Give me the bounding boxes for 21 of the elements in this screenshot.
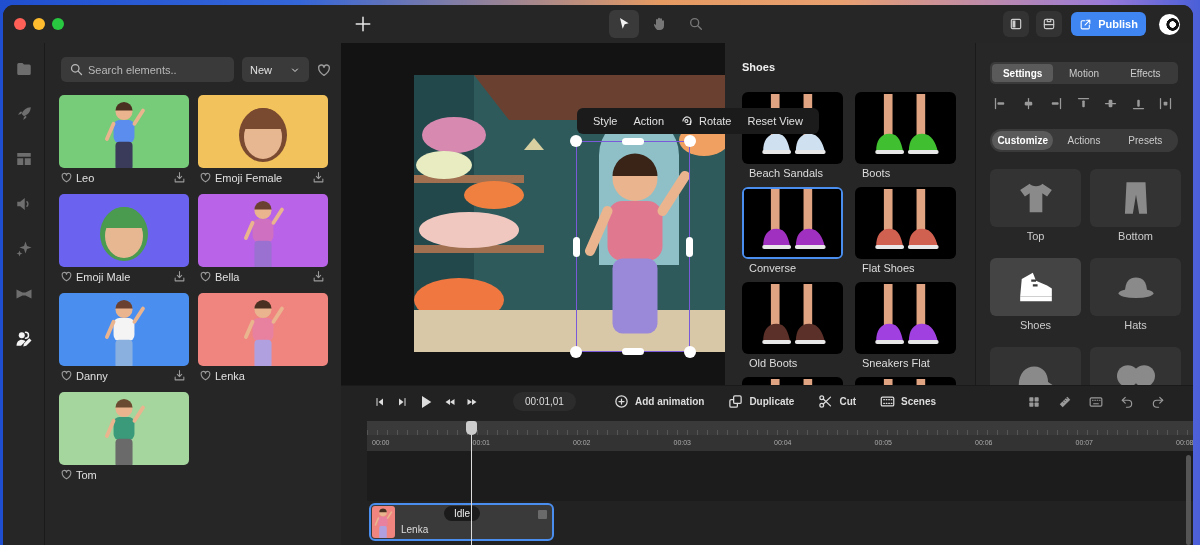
category-label: Hats: [1123, 318, 1148, 333]
panel-title: Shoes: [742, 61, 776, 75]
character-name: Bella: [215, 270, 240, 283]
category-label: Top: [1025, 229, 1046, 244]
shoe-label: Flat Shoes: [861, 261, 916, 276]
character-name: Emoji Male: [76, 270, 131, 283]
category-label: Bottom: [1117, 229, 1154, 244]
shoe-label: Old Boots: [748, 356, 799, 371]
shoe-label: Converse: [748, 261, 798, 276]
character-name: Emoji Female: [215, 171, 283, 184]
clip-tag: Idle: [444, 506, 481, 521]
time-display: 00:01,01: [513, 392, 576, 411]
character-name: Tom: [76, 468, 97, 481]
character-name: Leo: [76, 171, 95, 184]
character-name: Danny: [76, 369, 108, 382]
character-name: Lenka: [215, 369, 245, 382]
shoe-label: Sneakers Flat: [861, 356, 931, 371]
shoe-label: Beach Sandals: [748, 166, 824, 181]
clip-name: Lenka: [401, 523, 429, 535]
category-label: Shoes: [1018, 318, 1053, 333]
shoe-label: Boots: [861, 166, 892, 181]
